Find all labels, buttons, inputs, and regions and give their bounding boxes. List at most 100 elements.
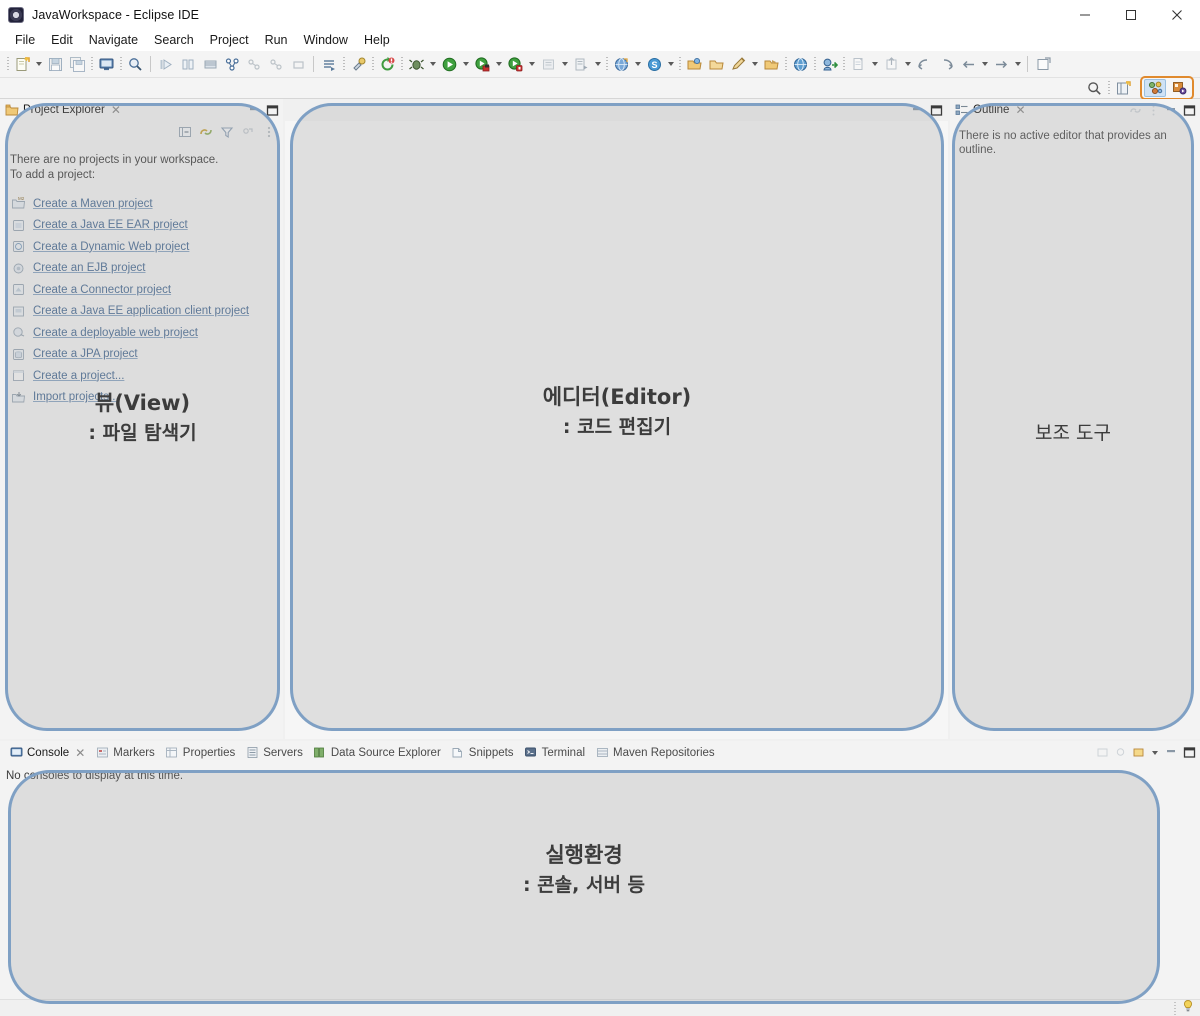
build-all-icon[interactable] <box>221 53 243 75</box>
link-import-projects[interactable]: Import projects... <box>10 387 273 409</box>
tab-project-explorer[interactable]: Project Explorer ✕ <box>0 99 126 121</box>
link-create-jpa-project[interactable]: Create a JPA project <box>10 344 273 366</box>
open-console-icon[interactable] <box>95 53 117 75</box>
new-java-class-dropdown[interactable] <box>869 53 880 75</box>
step-over-icon[interactable] <box>155 53 177 75</box>
open-console-icon[interactable] <box>1095 746 1109 760</box>
display-console-dropdown-icon[interactable] <box>1131 746 1145 760</box>
coverage-dropdown[interactable] <box>493 53 504 75</box>
close-icon[interactable]: ✕ <box>1015 103 1025 117</box>
link-create-java-ee-application-client-project[interactable]: Create a Java EE application client proj… <box>10 301 273 323</box>
run-dropdown[interactable] <box>460 53 471 75</box>
link-create-java-ee-ear-project[interactable]: Create a Java EE EAR project <box>10 215 273 237</box>
tab-console[interactable]: Console ✕ <box>4 742 90 764</box>
minimize-icon[interactable] <box>247 103 261 117</box>
back-icon[interactable] <box>913 53 935 75</box>
tab-outline[interactable]: Outline ✕ <box>950 99 1031 121</box>
link-create-project[interactable]: Create a project... <box>10 365 273 387</box>
new-wizard-icon[interactable] <box>11 53 33 75</box>
build-project-icon[interactable] <box>265 53 287 75</box>
build-clean-icon[interactable] <box>243 53 265 75</box>
editor-canvas[interactable] <box>285 121 948 739</box>
deploy-icon[interactable] <box>818 53 840 75</box>
open-task-icon[interactable] <box>760 53 782 75</box>
java-perspective-icon[interactable] <box>1168 79 1190 97</box>
server-run-icon[interactable] <box>570 53 592 75</box>
link-create-ejb-project[interactable]: Create an EJB project <box>10 258 273 280</box>
s-icon[interactable]: S <box>643 53 665 75</box>
maximize-icon[interactable] <box>1182 103 1196 117</box>
menu-search[interactable]: Search <box>146 30 202 51</box>
close-button[interactable] <box>1154 0 1200 30</box>
terminate-icon[interactable] <box>177 53 199 75</box>
toolbar-drag-handle[interactable] <box>4 53 11 75</box>
tab-snippets[interactable]: Snippets <box>446 742 519 764</box>
debug-icon[interactable] <box>405 53 427 75</box>
new-java-class-icon[interactable] <box>847 53 869 75</box>
new-package-icon[interactable] <box>880 53 902 75</box>
skip-breakpoints-icon[interactable] <box>318 53 340 75</box>
open-perspective-icon[interactable] <box>1112 77 1134 99</box>
open-type-icon[interactable] <box>683 53 705 75</box>
debug-dropdown[interactable] <box>427 53 438 75</box>
save-all-icon[interactable] <box>66 53 88 75</box>
search-declaration-icon[interactable] <box>124 53 146 75</box>
maximize-icon[interactable] <box>265 103 279 117</box>
profile-icon[interactable] <box>504 53 526 75</box>
build-module-icon[interactable] <box>287 53 309 75</box>
link-icon[interactable] <box>1128 103 1142 117</box>
tab-servers[interactable]: Servers <box>240 742 308 764</box>
close-icon[interactable]: ✕ <box>111 103 121 117</box>
tab-terminal[interactable]: Terminal <box>519 742 590 764</box>
menu-window[interactable]: Window <box>296 30 356 51</box>
java-ee-perspective-icon[interactable] <box>1144 79 1166 97</box>
link-create-connector-project[interactable]: Create a Connector project <box>10 279 273 301</box>
coverage-icon[interactable] <box>471 53 493 75</box>
pencil-icon[interactable] <box>727 53 749 75</box>
menu-run[interactable]: Run <box>257 30 296 51</box>
filter-icon[interactable] <box>220 125 234 139</box>
pencil-dropdown[interactable] <box>749 53 760 75</box>
link-create-deployable-web-project[interactable]: Create a deployable web project <box>10 322 273 344</box>
server-run-dropdown[interactable] <box>592 53 603 75</box>
new-package-dropdown[interactable] <box>902 53 913 75</box>
run-last-tool-dropdown[interactable] <box>559 53 570 75</box>
search-icon[interactable] <box>1083 77 1105 99</box>
collapse-all-icon[interactable] <box>178 125 192 139</box>
menu-project[interactable]: Project <box>202 30 257 51</box>
open-resource-icon[interactable] <box>705 53 727 75</box>
tab-data-source-explorer[interactable]: Data Source Explorer <box>308 742 446 764</box>
globe-icon[interactable] <box>789 53 811 75</box>
menu-help[interactable]: Help <box>356 30 398 51</box>
web-browser-dropdown[interactable] <box>632 53 643 75</box>
profile-dropdown[interactable] <box>526 53 537 75</box>
forward-icon[interactable] <box>935 53 957 75</box>
link-with-editor-icon[interactable] <box>199 125 213 139</box>
link-create-dynamic-web-project[interactable]: Create a Dynamic Web project <box>10 236 273 258</box>
save-icon[interactable] <box>44 53 66 75</box>
refresh-icon[interactable] <box>376 53 398 75</box>
web-browser-icon[interactable] <box>610 53 632 75</box>
minimize-icon[interactable] <box>1164 103 1178 117</box>
tab-maven-repositories[interactable]: Maven Repositories <box>590 742 720 764</box>
tab-properties[interactable]: Properties <box>160 742 240 764</box>
maximize-icon[interactable] <box>1182 746 1196 760</box>
run-last-tool-icon[interactable] <box>537 53 559 75</box>
menu-navigate[interactable]: Navigate <box>81 30 146 51</box>
next-annotation-icon[interactable] <box>990 53 1012 75</box>
prev-annotation-icon[interactable] <box>957 53 979 75</box>
lightbulb-icon[interactable] <box>1181 999 1195 1016</box>
minimize-icon[interactable] <box>910 103 924 117</box>
build-icon[interactable] <box>199 53 221 75</box>
new-editor-icon[interactable] <box>1032 53 1054 75</box>
external-tools-icon[interactable] <box>347 53 369 75</box>
link-create-maven-project[interactable]: M2 Create a Maven project <box>10 193 273 215</box>
prev-annotation-dropdown[interactable] <box>979 53 990 75</box>
minimize-button[interactable] <box>1062 0 1108 30</box>
focus-icon[interactable] <box>241 125 255 139</box>
menu-file[interactable]: File <box>7 30 43 51</box>
view-menu-icon[interactable] <box>262 125 276 139</box>
pin-console-icon[interactable] <box>1113 746 1127 760</box>
minimize-icon[interactable] <box>1164 746 1178 760</box>
tab-markers[interactable]: Markers <box>90 742 160 764</box>
